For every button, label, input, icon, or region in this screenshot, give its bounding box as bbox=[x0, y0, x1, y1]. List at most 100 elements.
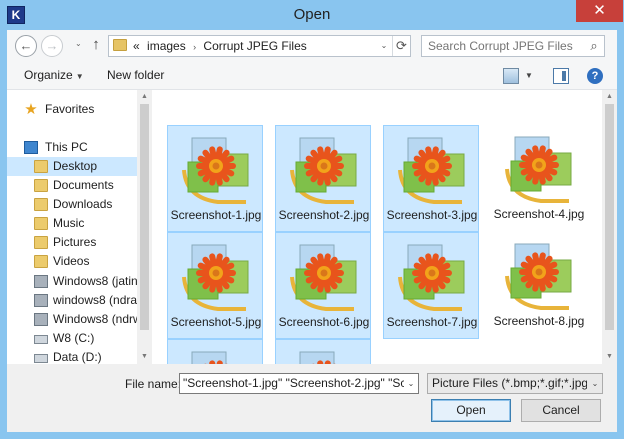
refresh-button[interactable]: ⟳ bbox=[392, 36, 410, 56]
computer-icon bbox=[24, 141, 38, 154]
file-item[interactable]: Screenshot-5.jpg bbox=[167, 232, 263, 339]
navigation-pane[interactable]: ★ Favorites This PC Desktop Documents Do… bbox=[7, 90, 152, 364]
nav-label: Windows8 (jatin- bbox=[53, 274, 137, 288]
image-file-icon bbox=[398, 244, 465, 311]
chevron-down-icon[interactable]: ⌄ bbox=[588, 374, 602, 393]
change-view-icon[interactable] bbox=[503, 68, 519, 84]
image-file-icon bbox=[505, 243, 572, 310]
file-name-field[interactable]: "Screenshot-1.jpg" "Screenshot-2.jpg" "S… bbox=[179, 373, 419, 394]
forward-button[interactable]: → bbox=[41, 35, 63, 57]
nav-item-network-drive[interactable]: windows8 (ndra3 bbox=[7, 291, 137, 310]
search-icon[interactable]: ⌕ bbox=[586, 38, 602, 54]
up-button[interactable]: ↑ bbox=[87, 36, 105, 56]
nav-favorites[interactable]: ★ Favorites bbox=[7, 100, 137, 119]
nav-item-d-drive[interactable]: Data (D:) bbox=[7, 348, 137, 364]
nav-item-desktop[interactable]: Desktop bbox=[7, 157, 137, 176]
image-file-icon bbox=[182, 244, 249, 311]
breadcrumb-overflow[interactable]: « bbox=[133, 39, 140, 53]
file-name-value[interactable]: "Screenshot-1.jpg" "Screenshot-2.jpg" "S… bbox=[183, 374, 418, 393]
file-name-label: Screenshot-6.jpg bbox=[278, 315, 370, 329]
chevron-right-icon[interactable]: › bbox=[193, 42, 196, 52]
search-box[interactable]: ⌕ bbox=[421, 35, 605, 57]
file-item[interactable]: Screenshot-6.jpg bbox=[275, 232, 371, 339]
file-item[interactable]: Screenshot-2.jpg bbox=[275, 125, 371, 232]
scroll-down-icon[interactable]: ▼ bbox=[137, 351, 152, 363]
file-list-scrollbar[interactable]: ▲ ▼ bbox=[602, 90, 617, 364]
new-folder-button[interactable]: New folder bbox=[107, 62, 164, 90]
file-list[interactable]: Screenshot-1.jpg Screenshot-2.jpg Screensh… bbox=[152, 90, 602, 364]
dialog-client: ← → ⌄ ↑ « images › Corrupt JPEG Files ⌄ … bbox=[7, 30, 617, 432]
breadcrumb-item-images[interactable]: images bbox=[147, 39, 186, 53]
file-type-select[interactable]: Picture Files (*.bmp;*.gif;*.jpg;* ⌄ bbox=[427, 373, 603, 394]
nav-label: This PC bbox=[45, 140, 88, 154]
back-button[interactable]: ← bbox=[15, 35, 37, 57]
image-file-icon bbox=[398, 137, 465, 204]
scroll-down-icon[interactable]: ▼ bbox=[602, 351, 617, 363]
scrollbar-thumb[interactable] bbox=[140, 104, 149, 330]
file-name-label: Screenshot-3.jpg bbox=[386, 208, 478, 222]
network-drive-icon bbox=[34, 275, 48, 288]
nav-item-videos[interactable]: Videos bbox=[7, 252, 137, 271]
folder-icon bbox=[113, 39, 127, 51]
folder-icon bbox=[34, 255, 48, 268]
chevron-down-icon[interactable]: ⌄ bbox=[404, 374, 418, 393]
nav-item-network-drive[interactable]: Windows8 (jatin- bbox=[7, 272, 137, 291]
nav-item-pictures[interactable]: Pictures bbox=[7, 233, 137, 252]
breadcrumb-item-corrupt-jpeg-files[interactable]: Corrupt JPEG Files bbox=[203, 39, 306, 53]
file-item[interactable] bbox=[167, 339, 263, 364]
caret-down-icon[interactable]: ▼ bbox=[525, 68, 533, 84]
nav-label: Music bbox=[53, 216, 85, 230]
folder-icon bbox=[34, 198, 48, 211]
file-item[interactable]: Screenshot-4.jpg bbox=[491, 125, 587, 232]
file-name-label: Screenshot-1.jpg bbox=[170, 208, 262, 222]
close-button[interactable]: ✕ bbox=[576, 0, 623, 22]
scroll-up-icon[interactable]: ▲ bbox=[602, 91, 617, 103]
image-file-icon bbox=[505, 136, 572, 203]
nav-item-music[interactable]: Music bbox=[7, 214, 137, 233]
scroll-up-icon[interactable]: ▲ bbox=[137, 91, 152, 103]
file-item[interactable] bbox=[275, 339, 371, 364]
help-icon[interactable]: ? bbox=[587, 68, 603, 84]
nav-item-network-drive[interactable]: Windows8 (ndrw bbox=[7, 310, 137, 329]
nav-label: Documents bbox=[53, 178, 114, 192]
nav-pane-scrollbar[interactable]: ▲ ▼ bbox=[137, 90, 152, 364]
command-bar: Organize ▼ New folder ▼ ? bbox=[7, 62, 617, 90]
nav-label: Videos bbox=[53, 254, 90, 268]
file-name-label: Screenshot-4.jpg bbox=[493, 207, 585, 221]
address-bar[interactable]: « images › Corrupt JPEG Files ⌄ ⟳ bbox=[108, 35, 411, 57]
file-item[interactable]: Screenshot-7.jpg bbox=[383, 232, 479, 339]
nav-item-documents[interactable]: Documents bbox=[7, 176, 137, 195]
cancel-button[interactable]: Cancel bbox=[521, 399, 601, 422]
recent-locations-dropdown[interactable]: ⌄ bbox=[75, 39, 82, 48]
chevron-down-icon[interactable]: ⌄ bbox=[377, 36, 391, 56]
nav-label: Data (D:) bbox=[53, 350, 102, 364]
file-item[interactable]: Screenshot-8.jpg bbox=[491, 232, 587, 339]
nav-label: Desktop bbox=[53, 159, 98, 173]
caret-down-icon: ▼ bbox=[75, 72, 84, 81]
network-drive-icon bbox=[34, 294, 48, 307]
nav-this-pc[interactable]: This PC bbox=[7, 138, 137, 157]
file-name-label: File name: bbox=[125, 377, 182, 391]
image-file-icon bbox=[191, 351, 228, 364]
file-name-label: Screenshot-8.jpg bbox=[493, 314, 585, 328]
nav-label: windows8 (ndra3 bbox=[53, 293, 137, 307]
search-input[interactable] bbox=[428, 38, 578, 54]
title-bar[interactable]: Open K ✕ bbox=[0, 0, 624, 30]
file-item[interactable]: Screenshot-3.jpg bbox=[383, 125, 479, 232]
preview-pane-icon[interactable] bbox=[553, 68, 569, 84]
address-row: ← → ⌄ ↑ « images › Corrupt JPEG Files ⌄ … bbox=[7, 30, 617, 62]
nav-item-downloads[interactable]: Downloads bbox=[7, 195, 137, 214]
file-item[interactable]: Screenshot-1.jpg bbox=[167, 125, 263, 232]
folder-icon bbox=[34, 236, 48, 249]
nav-label: Favorites bbox=[45, 102, 95, 116]
open-button[interactable]: Open bbox=[431, 399, 511, 422]
scrollbar-thumb[interactable] bbox=[605, 104, 614, 330]
image-file-icon bbox=[290, 244, 357, 311]
nav-item-c-drive[interactable]: W8 (C:) bbox=[7, 329, 137, 348]
file-type-value: Picture Files (*.bmp;*.gif;*.jpg;* bbox=[432, 376, 587, 390]
network-drive-icon bbox=[34, 313, 48, 326]
organize-menu[interactable]: Organize ▼ bbox=[24, 62, 84, 90]
drive-icon bbox=[34, 335, 48, 344]
folder-icon bbox=[34, 160, 48, 173]
image-file-icon bbox=[182, 137, 249, 204]
